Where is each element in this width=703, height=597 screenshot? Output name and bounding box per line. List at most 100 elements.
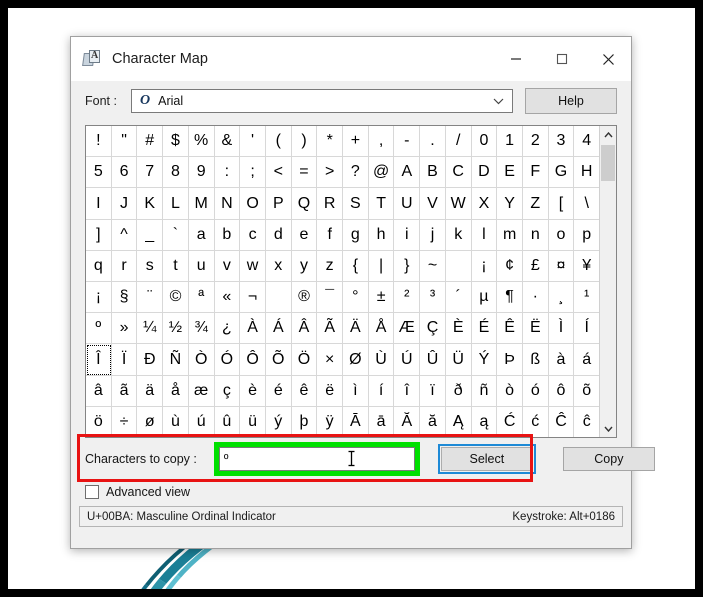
character-cell[interactable]: C — [445, 157, 472, 189]
character-cell[interactable]: ë — [317, 375, 344, 407]
character-cell[interactable]: á — [574, 344, 600, 376]
character-cell[interactable]: Ý — [471, 344, 498, 376]
character-cell[interactable]: % — [188, 126, 215, 158]
character-cell[interactable]: , — [368, 126, 395, 158]
character-cell[interactable]: b — [214, 219, 241, 251]
character-cell[interactable]: u — [188, 250, 215, 283]
character-cell[interactable]: È — [445, 313, 472, 345]
character-cell[interactable]: ! — [86, 126, 112, 158]
character-cell[interactable]: r — [111, 250, 138, 283]
character-cell[interactable]: » — [111, 313, 138, 345]
character-cell[interactable]: Ê — [497, 313, 523, 345]
character-cell[interactable]: Ø — [343, 344, 369, 376]
character-cell[interactable]: P — [265, 188, 292, 220]
character-cell[interactable]: s — [137, 250, 164, 283]
character-cell[interactable]: G — [548, 157, 575, 189]
character-cell[interactable]: Ç — [420, 313, 446, 345]
character-cell[interactable]: í — [368, 375, 395, 407]
character-cell[interactable]: ¢ — [497, 250, 523, 283]
character-cell[interactable]: 3 — [548, 126, 575, 158]
character-cell[interactable]: 2 — [522, 126, 549, 158]
character-cell[interactable]: À — [240, 313, 266, 345]
character-cell[interactable]: a — [188, 219, 215, 251]
copy-button[interactable]: Copy — [562, 447, 655, 471]
character-cell[interactable]: î — [394, 375, 421, 407]
character-cell[interactable]: Ä — [343, 313, 369, 345]
character-cell[interactable]: ì — [343, 375, 369, 407]
close-button[interactable] — [585, 37, 631, 81]
character-cell[interactable]: ø — [137, 406, 164, 438]
character-cell[interactable]: ú — [189, 406, 215, 438]
character-cell[interactable]: _ — [137, 219, 164, 251]
character-cell[interactable]: ¾ — [188, 313, 215, 345]
character-cell[interactable]: < — [265, 157, 292, 189]
character-cell[interactable]: c — [240, 219, 266, 251]
character-cell[interactable]: µ — [471, 282, 498, 314]
character-cell[interactable]: ã — [111, 375, 138, 407]
scroll-down-button[interactable] — [600, 420, 616, 437]
character-cell[interactable]: A — [394, 157, 421, 189]
character-cell[interactable]: ê — [291, 375, 318, 407]
character-cell[interactable]: · — [522, 282, 549, 314]
character-cell[interactable]: Y — [497, 188, 523, 220]
character-cell[interactable]: Å — [368, 313, 395, 345]
advanced-view-checkbox[interactable] — [85, 485, 99, 499]
character-cell[interactable]: ' — [240, 126, 266, 158]
character-cell[interactable]: ð — [445, 375, 472, 407]
character-cell[interactable]: Ò — [188, 344, 215, 376]
character-cell[interactable]: è — [240, 375, 266, 407]
character-cell[interactable]: Í — [574, 313, 600, 345]
character-cell[interactable]: n — [522, 219, 549, 251]
character-cell[interactable]: = — [291, 157, 318, 189]
character-cell[interactable]: ā — [369, 406, 395, 438]
character-cell[interactable]: é — [265, 375, 292, 407]
character-cell[interactable]: ć — [523, 406, 549, 438]
scrollbar-track[interactable] — [600, 143, 616, 420]
character-cell[interactable]: M — [188, 188, 215, 220]
character-cell[interactable]: * — [317, 126, 344, 158]
character-cell[interactable]: > — [317, 157, 344, 189]
character-cell[interactable]: B — [420, 157, 446, 189]
character-cell[interactable]: Ü — [445, 344, 472, 376]
character-cell[interactable]: J — [111, 188, 138, 220]
character-cell[interactable]: e — [291, 219, 318, 251]
character-cell[interactable]: [ — [548, 188, 575, 220]
character-cell[interactable]: £ — [522, 250, 549, 283]
character-cell[interactable]: / — [445, 126, 472, 158]
character-cell[interactable]: Ï — [111, 344, 138, 376]
character-cell[interactable]: ( — [265, 126, 292, 158]
character-cell[interactable]: w — [240, 250, 266, 283]
character-cell[interactable]: ± — [368, 282, 395, 314]
character-cell[interactable]: K — [137, 188, 164, 220]
character-cell[interactable]: ? — [343, 157, 369, 189]
character-cell[interactable]: R — [317, 188, 344, 220]
character-cell[interactable]: ą — [472, 406, 498, 438]
character-cell[interactable]: ] — [86, 219, 112, 251]
character-cell[interactable]: ^ — [111, 219, 138, 251]
character-cell[interactable]: Á — [265, 313, 292, 345]
character-cell[interactable]: û — [215, 406, 241, 438]
character-cell[interactable]: ä — [137, 375, 164, 407]
character-cell[interactable]: ¼ — [137, 313, 164, 345]
character-cell[interactable]: ª — [188, 282, 215, 314]
character-cell[interactable]: ¤ — [548, 250, 575, 283]
character-cell[interactable]: + — [343, 126, 369, 158]
character-cell[interactable]: ¶ — [497, 282, 523, 314]
character-cell[interactable]: Ì — [548, 313, 575, 345]
character-cell[interactable]: O — [240, 188, 266, 220]
character-cell[interactable]: f — [317, 219, 344, 251]
character-cell[interactable]: ă — [420, 406, 446, 438]
character-cell[interactable]: o — [548, 219, 575, 251]
character-cell[interactable]: # — [137, 126, 164, 158]
character-cell[interactable]: ù — [163, 406, 189, 438]
character-cell[interactable]: Ó — [214, 344, 241, 376]
character-cell[interactable]: ² — [394, 282, 421, 314]
character-cell[interactable]: ó — [522, 375, 549, 407]
character-cell[interactable]: Ĉ — [549, 406, 575, 438]
character-cell[interactable]: ¡ — [471, 250, 498, 283]
character-cell[interactable]: ¯ — [317, 282, 344, 314]
character-cell[interactable]: N — [214, 188, 241, 220]
character-cell[interactable]: 6 — [111, 157, 138, 189]
character-cell[interactable]: - — [394, 126, 421, 158]
character-cell[interactable]: ` — [163, 219, 189, 251]
